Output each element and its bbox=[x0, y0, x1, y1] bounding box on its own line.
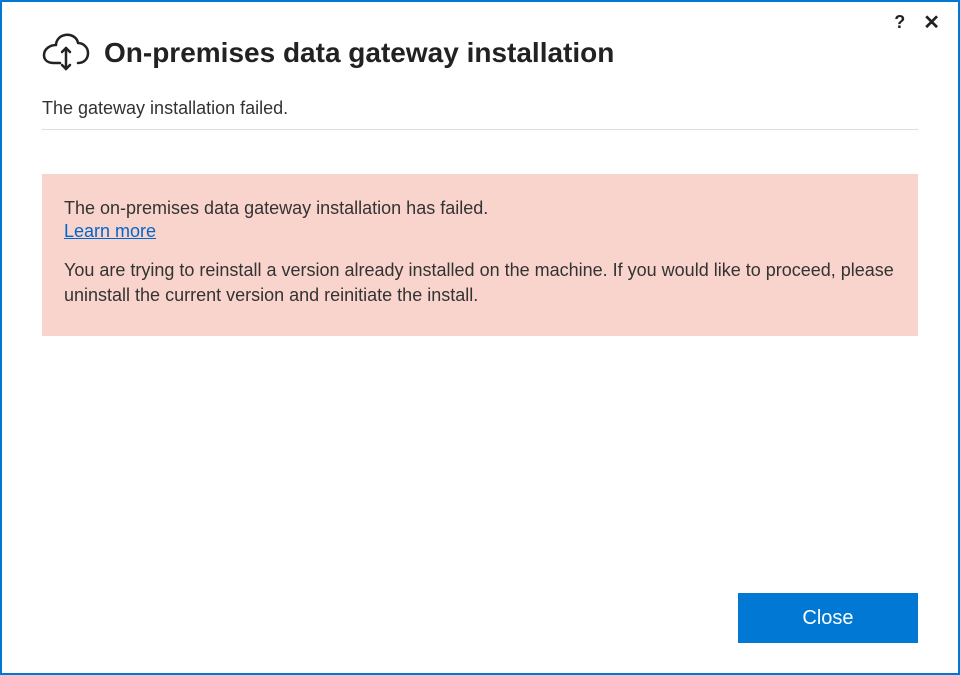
status-text: The gateway installation failed. bbox=[42, 98, 918, 130]
titlebar-controls: ? ✕ bbox=[890, 12, 944, 33]
installer-window: ? ✕ On-premises data gateway installatio… bbox=[0, 0, 960, 675]
error-detail: You are trying to reinstall a version al… bbox=[64, 258, 896, 308]
page-title: On-premises data gateway installation bbox=[104, 37, 614, 69]
cloud-sync-icon bbox=[42, 32, 90, 74]
learn-more-link[interactable]: Learn more bbox=[64, 221, 156, 242]
error-panel: The on-premises data gateway installatio… bbox=[42, 174, 918, 336]
error-message: The on-premises data gateway installatio… bbox=[64, 198, 896, 219]
window-close-button[interactable]: ✕ bbox=[919, 13, 944, 33]
help-button[interactable]: ? bbox=[890, 12, 909, 33]
header: On-premises data gateway installation bbox=[2, 2, 958, 98]
footer: Close bbox=[2, 593, 958, 673]
content-area: The gateway installation failed. The on-… bbox=[2, 98, 958, 593]
close-button[interactable]: Close bbox=[738, 593, 918, 643]
